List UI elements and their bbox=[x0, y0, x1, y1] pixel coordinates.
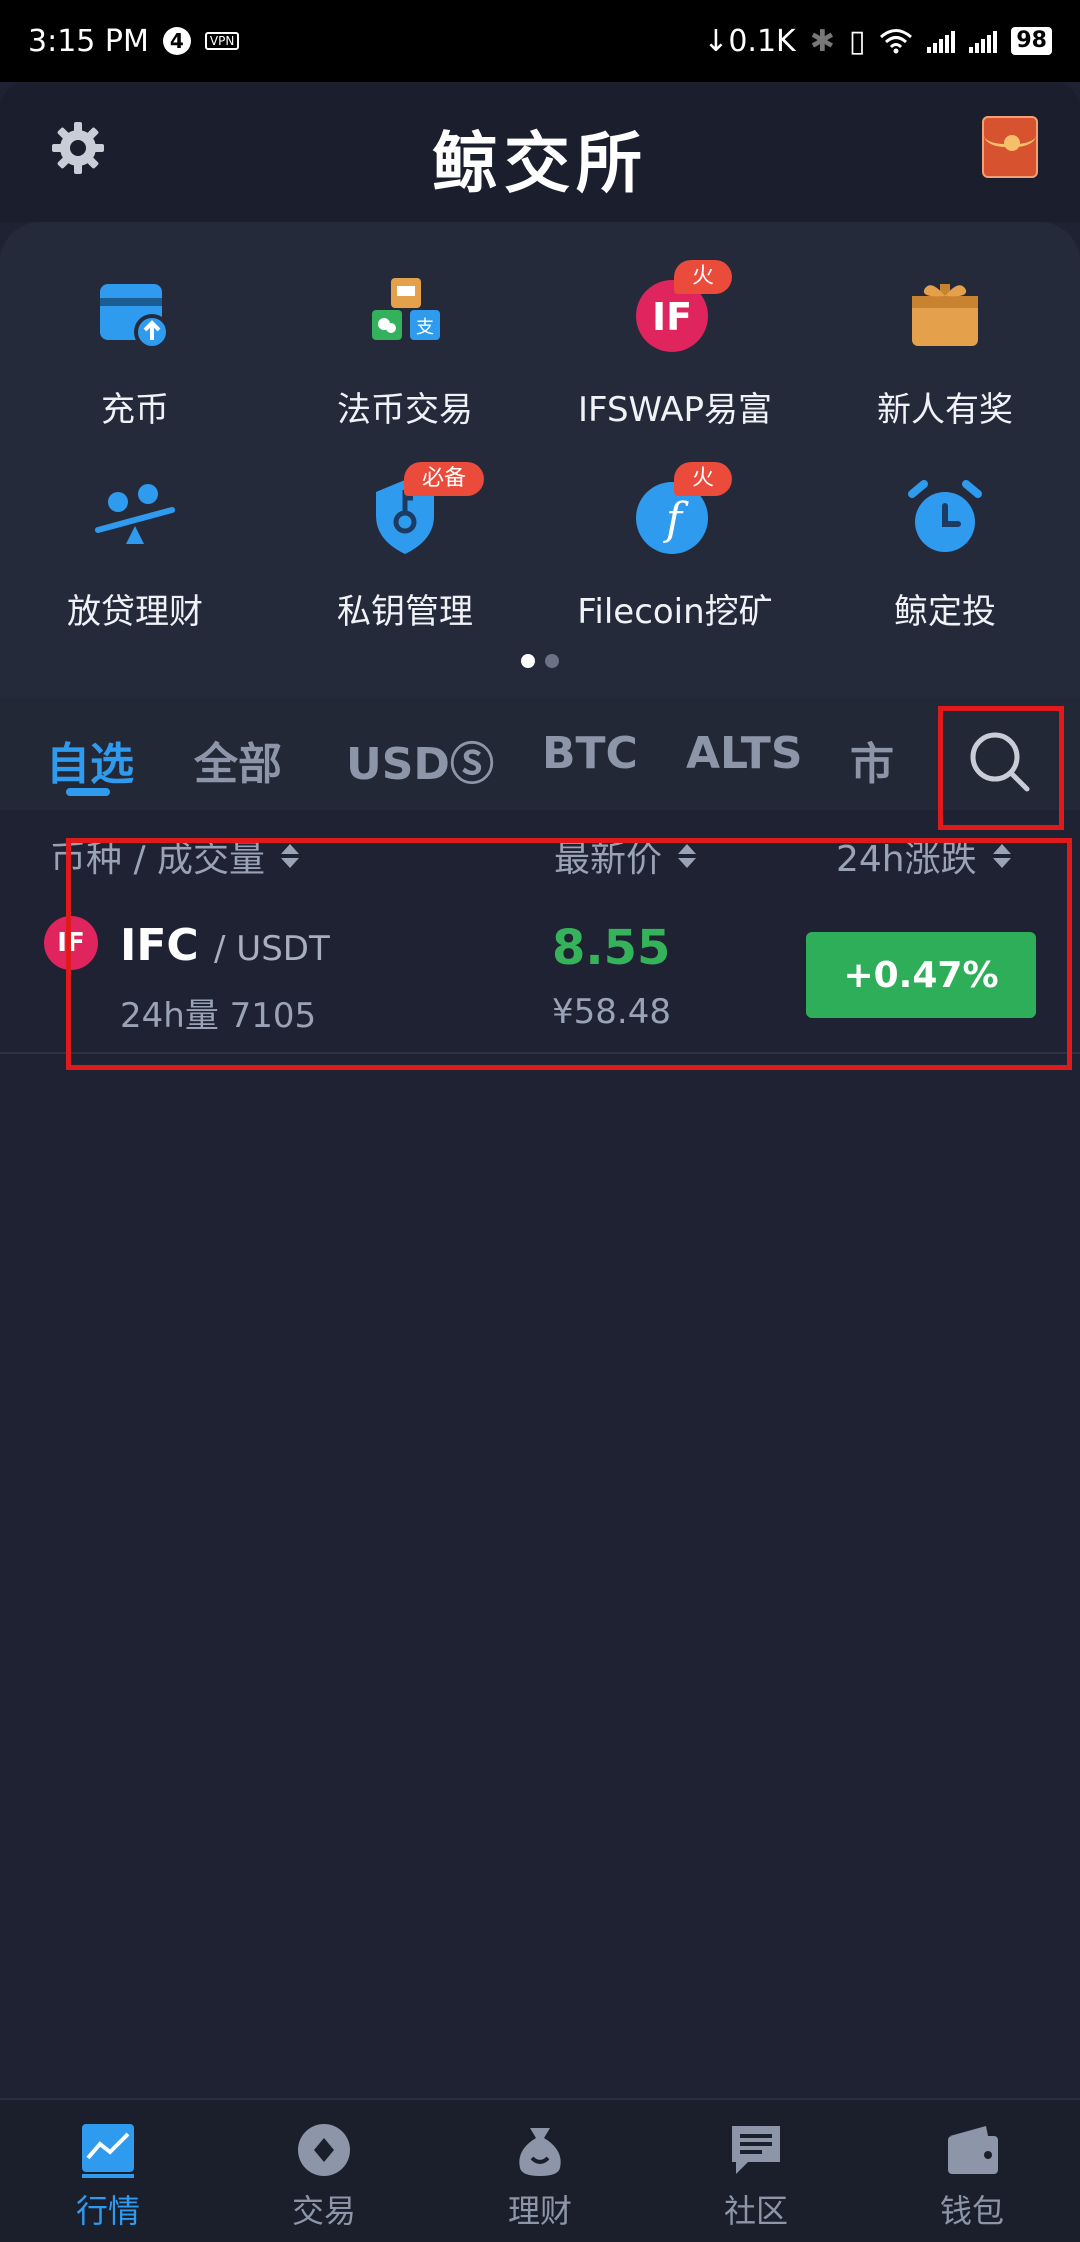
column-label: 24h涨跌 bbox=[836, 839, 977, 880]
active-tab-indicator bbox=[66, 788, 110, 796]
market-row-ifc-usdt[interactable]: IF IFC / USDT 24h量 7105 8.55 ¥58.48 +0.4… bbox=[0, 876, 1080, 1054]
chat-bubble-icon bbox=[732, 2126, 780, 2174]
vibrate-icon: ▯ bbox=[848, 23, 866, 59]
vpn-icon: VPN bbox=[204, 32, 240, 50]
column-label: 币种 / 成交量 bbox=[50, 839, 266, 880]
volume-24h: 24h量 7105 bbox=[120, 996, 317, 1036]
search-icon bbox=[970, 732, 1030, 792]
shortcut-newbie-reward[interactable]: 新人有奖 bbox=[810, 222, 1080, 430]
shortcut-lending[interactable]: 放贷理财 bbox=[0, 424, 270, 632]
hot-tag: 火 bbox=[674, 462, 733, 496]
svg-text:IF: IF bbox=[652, 295, 692, 339]
status-bar: 3:15 PM 4 VPN ↓0.1K ✱ ▯ 98 bbox=[0, 0, 1080, 82]
nav-label: 理财 bbox=[507, 2192, 572, 2230]
price-cny: ¥58.48 bbox=[552, 992, 671, 1032]
red-envelope-icon[interactable] bbox=[982, 116, 1038, 178]
nav-market[interactable]: 行情 bbox=[0, 2100, 216, 2242]
pair-name: IFC / USDT bbox=[120, 920, 330, 971]
shortcut-key-management[interactable]: 必备 私钥管理 bbox=[270, 424, 540, 632]
wallet-icon bbox=[948, 2126, 998, 2174]
gift-box-icon bbox=[912, 284, 978, 346]
wifi-icon bbox=[880, 29, 913, 54]
nav-label: 行情 bbox=[75, 2192, 140, 2230]
base-symbol: IFC bbox=[120, 920, 199, 971]
notification-count-badge: 4 bbox=[162, 27, 191, 55]
bottom-nav: 行情 交易 理财 社区 钱包 bbox=[0, 2098, 1080, 2242]
tab-favorites[interactable]: 自选 bbox=[46, 728, 134, 792]
shortcut-ifswap[interactable]: IF 火 IFSWAP易富 bbox=[540, 222, 810, 430]
app-header: 鲸交所 bbox=[0, 82, 1080, 222]
shortcut-label: 鲸定投 bbox=[894, 592, 996, 632]
shortcut-filecoin-mining[interactable]: f 火 Filecoin挖矿 bbox=[540, 424, 810, 632]
page-title: 鲸交所 bbox=[432, 125, 648, 202]
shortcut-panel: 充币 支 法币交易 IF 火 IFSWAP易富 新人有奖 放贷理财 必备 私钥管… bbox=[0, 222, 1080, 698]
column-pair-volume[interactable]: 币种 / 成交量 bbox=[50, 830, 300, 882]
deposit-icon bbox=[100, 284, 170, 350]
nav-wallet[interactable]: 钱包 bbox=[864, 2100, 1080, 2242]
tab-alts[interactable]: ALTS bbox=[686, 728, 803, 779]
shortcut-label: 放贷理财 bbox=[67, 592, 203, 632]
lending-icon bbox=[95, 484, 175, 544]
svg-text:支: 支 bbox=[416, 317, 434, 338]
tab-all[interactable]: 全部 bbox=[194, 728, 282, 792]
search-button[interactable] bbox=[938, 706, 1064, 830]
shortcut-label: 私钥管理 bbox=[337, 592, 473, 632]
column-latest-price[interactable]: 最新价 bbox=[554, 830, 697, 882]
shortcut-fiat-trade[interactable]: 支 法币交易 bbox=[270, 222, 540, 430]
column-24h-change[interactable]: 24h涨跌 bbox=[836, 830, 1011, 882]
nav-trade[interactable]: 交易 bbox=[216, 2100, 432, 2242]
page-indicator bbox=[0, 654, 1080, 668]
tab-market-overflow[interactable]: 市 bbox=[850, 728, 894, 792]
nav-label: 社区 bbox=[723, 2192, 788, 2230]
signal-1-icon bbox=[927, 29, 956, 53]
shortcut-auto-invest[interactable]: 鲸定投 bbox=[810, 424, 1080, 632]
page-dot-active bbox=[521, 654, 535, 668]
nav-community[interactable]: 社区 bbox=[648, 2100, 864, 2242]
change-24h-button[interactable]: +0.47% bbox=[806, 932, 1036, 1018]
nav-label: 钱包 bbox=[939, 2192, 1004, 2230]
sort-icon bbox=[992, 844, 1011, 868]
fiat-trade-icon: 支 bbox=[372, 278, 440, 340]
sort-icon bbox=[281, 844, 300, 868]
market-chart-icon bbox=[82, 2124, 134, 2178]
market-tabs: 自选 全部 USDⓈ BTC ALTS 市 bbox=[0, 698, 1080, 810]
column-label: 最新价 bbox=[554, 839, 663, 880]
quote-symbol: / USDT bbox=[214, 929, 330, 969]
battery-icon: 98 bbox=[1011, 27, 1052, 55]
page-dot bbox=[545, 654, 559, 668]
status-time: 3:15 PM bbox=[28, 23, 149, 59]
required-tag: 必备 bbox=[404, 462, 485, 496]
nav-finance[interactable]: 理财 bbox=[432, 2100, 648, 2242]
tab-btc[interactable]: BTC bbox=[542, 728, 638, 779]
nav-label: 交易 bbox=[291, 2192, 356, 2230]
shortcut-deposit[interactable]: 充币 bbox=[0, 222, 270, 430]
signal-2-icon bbox=[969, 29, 998, 53]
trade-coin-icon bbox=[298, 2124, 350, 2176]
latest-price: 8.55 bbox=[552, 920, 671, 976]
bluetooth-icon: ✱ bbox=[809, 23, 835, 59]
net-speed: ↓0.1K bbox=[703, 23, 796, 59]
alarm-clock-icon bbox=[908, 480, 982, 552]
sort-icon bbox=[678, 844, 697, 868]
coin-logo: IF bbox=[44, 916, 98, 970]
money-bag-icon bbox=[519, 2128, 561, 2176]
tab-usds[interactable]: USDⓈ bbox=[346, 728, 494, 792]
shortcut-label: Filecoin挖矿 bbox=[577, 592, 773, 632]
hot-tag: 火 bbox=[674, 260, 733, 294]
